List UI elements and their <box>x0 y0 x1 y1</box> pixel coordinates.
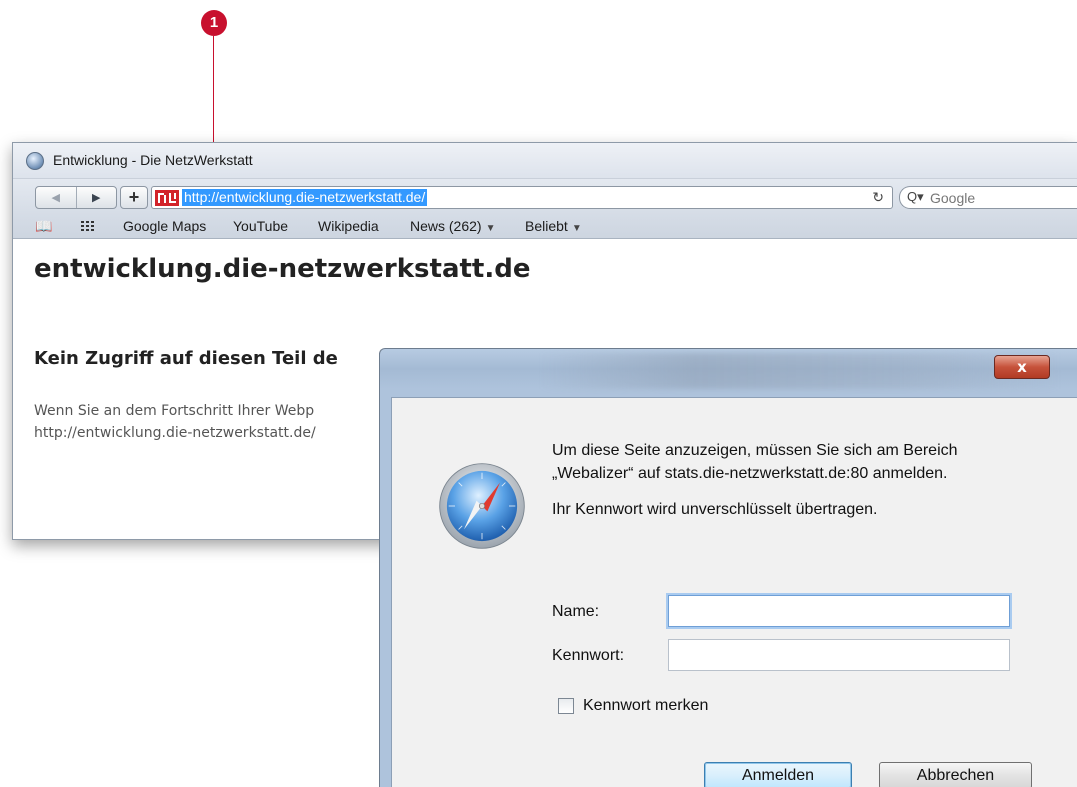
page-heading: entwicklung.die-netzwerkstatt.de <box>34 254 531 284</box>
browser-globe-icon <box>26 152 44 170</box>
book-icon[interactable]: 📖 <box>35 218 52 235</box>
forward-button[interactable]: ▶ <box>77 187 117 208</box>
bookmark-news-label: News (262) <box>410 218 482 234</box>
remember-password-label[interactable]: Kennwort merken <box>583 697 708 715</box>
auth-message-line-2: „Webalizer“ auf stats.die-netzwerkstatt.… <box>552 465 948 482</box>
page-subheading: Kein Zugriff auf diesen Teil de <box>34 348 338 369</box>
arrow-right-icon: ▶ <box>92 192 101 204</box>
top-sites-grid-icon[interactable] <box>81 221 95 232</box>
bookmarks-bar: 📖 Google Maps YouTube Wikipedia News (26… <box>13 215 1077 239</box>
back-forward-group: ◀ ▶ <box>35 186 117 209</box>
search-icon: Q▾ <box>907 189 924 204</box>
safari-compass-icon <box>439 463 525 549</box>
auth-message-line-1: Um diese Seite anzuzeigen, müssen Sie si… <box>552 442 958 459</box>
auth-dialog: x Um diese Seite anzuzeigen, müssen Sie … <box>379 348 1077 787</box>
paragraph-line-2: http://entwicklung.die-netzwerkstatt.de/ <box>34 425 316 441</box>
password-label: Kennwort: <box>552 647 625 664</box>
paragraph-line-1: Wenn Sie an dem Fortschritt Ihrer Webp <box>34 403 315 419</box>
chevron-down-icon: ▼ <box>485 223 496 234</box>
url-text[interactable]: http://entwicklung.die-netzwerkstatt.de/ <box>182 189 428 206</box>
navigation-toolbar: ◀ ▶ + http://entwicklung.die-netzwerksta… <box>13 179 1077 215</box>
bookmark-wikipedia[interactable]: Wikipedia <box>318 218 379 234</box>
site-favicon-icon <box>155 190 179 206</box>
window-title: Entwicklung - Die NetzWerkstatt <box>53 152 253 168</box>
close-button[interactable]: x <box>994 355 1050 379</box>
bookmark-youtube[interactable]: YouTube <box>233 218 288 234</box>
back-button[interactable]: ◀ <box>36 187 77 208</box>
plus-icon: + <box>128 187 140 207</box>
security-warning: Ihr Kennwort wird unverschlüsselt übertr… <box>552 501 878 518</box>
title-bar: Entwicklung - Die NetzWerkstatt <box>13 143 1077 179</box>
dialog-body: Um diese Seite anzuzeigen, müssen Sie si… <box>391 397 1077 787</box>
name-label: Name: <box>552 603 600 620</box>
login-button[interactable]: Anmelden <box>704 762 852 787</box>
cancel-button[interactable]: Abbrechen <box>879 762 1032 787</box>
search-placeholder: Google <box>930 190 976 206</box>
auth-message: Um diese Seite anzuzeigen, müssen Sie si… <box>552 439 958 485</box>
add-bookmark-button[interactable]: + <box>120 186 148 209</box>
reload-icon[interactable]: ↻ <box>872 189 884 206</box>
address-bar[interactable]: http://entwicklung.die-netzwerkstatt.de/… <box>151 186 893 209</box>
bookmark-google-maps[interactable]: Google Maps <box>123 218 206 234</box>
page-paragraph: Wenn Sie an dem Fortschritt Ihrer Webp h… <box>34 400 316 444</box>
callout-marker: 1 <box>201 10 227 36</box>
close-icon: x <box>1017 358 1027 376</box>
search-field[interactable]: Q▾ Google <box>899 186 1077 209</box>
name-input[interactable] <box>668 595 1010 627</box>
password-input[interactable] <box>668 639 1010 671</box>
remember-password-checkbox[interactable] <box>558 698 574 714</box>
chevron-down-icon: ▼ <box>571 223 582 234</box>
bookmark-news-menu[interactable]: News (262) ▼ <box>410 218 496 234</box>
bookmark-beliebt-menu[interactable]: Beliebt ▼ <box>525 218 582 234</box>
bookmark-beliebt-label: Beliebt <box>525 218 568 234</box>
arrow-left-icon: ◀ <box>51 192 60 204</box>
titlebar-glass <box>540 353 1060 389</box>
